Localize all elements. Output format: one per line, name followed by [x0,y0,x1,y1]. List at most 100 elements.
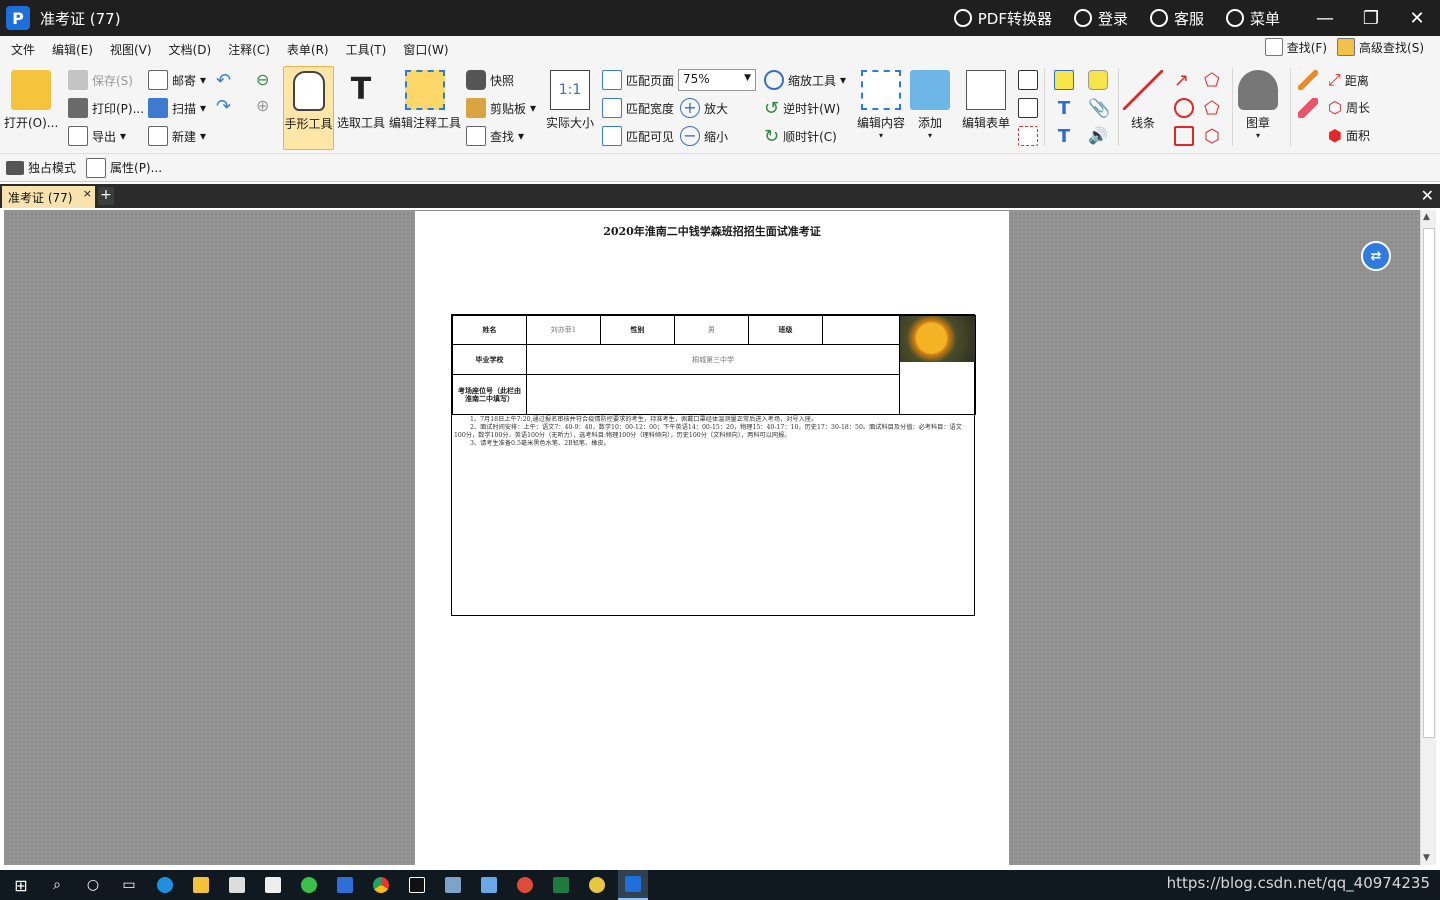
search-button[interactable]: 查找 ▾ [466,126,524,146]
pdf-editor-taskbar-icon[interactable] [618,870,648,900]
undo-button[interactable]: ↶ [216,70,231,91]
seat-label: 考场座位号（此栏由淮南二中填写） [452,374,527,415]
print-button[interactable]: 打印(P)... [68,98,144,118]
intellij-icon[interactable] [402,870,432,900]
distance-button[interactable]: ⤢ 距离 [1328,70,1369,90]
tab-document[interactable]: 准考证 (77) × [2,186,95,208]
tool-app-icon[interactable] [474,870,504,900]
scan-button[interactable]: 扫描 ▾ [148,98,206,118]
menu-bar: 文件 编辑(E) 视图(V) 文档(D) 注释(C) 表单(R) 工具(T) 窗… [0,36,1440,62]
menu-comment[interactable]: 注释(C) [228,41,270,58]
blue-app-icon[interactable] [330,870,360,900]
lines-button[interactable]: 线条 [1123,70,1163,131]
menu-view[interactable]: 视图(V) [110,41,152,58]
store-icon[interactable] [222,870,252,900]
attach-tool[interactable]: 📎 [1088,98,1110,119]
hand-tool-button[interactable]: 手形工具 [283,66,334,150]
actual-size-button[interactable]: 1:1 实际大小 [546,70,594,131]
mail-button[interactable]: 邮寄 ▾ [148,70,206,90]
close-button[interactable]: ✕ [1394,0,1440,36]
bird-app-icon[interactable] [438,870,468,900]
excel-icon[interactable] [546,870,576,900]
menu-button[interactable]: 菜单 [1225,8,1280,29]
fit-width-button[interactable]: 匹配宽度 [602,98,674,118]
menu-window[interactable]: 窗口(W) [403,41,448,58]
red-app-icon[interactable] [510,870,540,900]
task-view-icon[interactable]: ▭ [114,870,144,900]
close-document-button[interactable]: ✕ [1421,186,1434,205]
scroll-down-icon[interactable]: ▼ [1423,853,1430,863]
export-button[interactable]: 导出 ▾ [68,126,126,146]
strikeout-tool[interactable]: T [1054,98,1074,119]
arrow-tool[interactable]: ↗ [1174,70,1189,91]
cortana-icon[interactable]: ○ [78,870,108,900]
edit-content-button[interactable]: 编辑内容 ▾ [857,70,905,140]
eraser-tool[interactable] [1298,98,1318,118]
advanced-find-button[interactable]: 高级查找(S) [1337,38,1424,56]
exclusive-mode-button[interactable]: 独占模式 [6,159,76,176]
scroll-up-icon[interactable]: ▲ [1423,212,1430,222]
fit-page-button[interactable]: 匹配页面 [602,70,674,90]
rotate-cw-button[interactable]: ↻ 顺时针(C) [764,126,837,147]
zoom-in-button[interactable]: + 放大 [680,98,728,118]
properties-button[interactable]: 属性(P)... [86,157,162,178]
find-button[interactable]: 查找(F) [1264,38,1327,56]
ellipse-tool[interactable] [1174,98,1194,118]
pencil-tool[interactable] [1298,70,1318,90]
polyline-tool[interactable]: ⬠ [1204,70,1220,91]
redo-button[interactable]: ↷ [216,96,231,117]
chrome-icon[interactable] [366,870,396,900]
fit-visible-button[interactable]: 匹配可见 [602,126,674,146]
zoom-tool-button[interactable]: 缩放工具 ▾ [764,70,846,90]
search-icon[interactable]: ⌕ [42,870,72,900]
sound-tool[interactable]: 🔊 [1088,126,1108,146]
wechat-icon[interactable] [294,870,324,900]
menu-document[interactable]: 文档(D) [169,41,212,58]
windows-start-icon[interactable]: ⊞ [6,870,36,900]
zoom-select[interactable]: 75% ▼ [678,69,756,91]
underline-tool[interactable]: T [1054,126,1074,147]
area-button[interactable]: ⬢ 面积 [1328,126,1370,145]
menu-form[interactable]: 表单(R) [287,41,329,58]
text-box-tool[interactable] [1018,98,1038,118]
minimize-button[interactable]: — [1302,0,1348,36]
scroll-thumb[interactable] [1423,228,1435,738]
save-button[interactable]: 保存(S) [68,70,133,90]
stamp-button[interactable]: 图章 ▾ [1238,70,1278,140]
snapshot-button[interactable]: 快照 [466,70,514,90]
menu-file[interactable]: 文件 [11,41,35,58]
typewriter-tool[interactable] [1054,70,1074,90]
new-tab-button[interactable]: + [98,187,114,205]
file-explorer-icon[interactable] [186,870,216,900]
vertical-scrollbar[interactable]: ▲ ▼ [1420,210,1436,865]
menu-tools[interactable]: 工具(T) [346,41,387,58]
rectangle-tool[interactable] [1174,126,1194,146]
edge-icon[interactable] [150,870,180,900]
new-button[interactable]: 新建 ▾ [148,126,206,146]
login-button[interactable]: 登录 [1073,8,1128,29]
text-field-tool[interactable] [1018,70,1038,90]
polygon-tool[interactable]: ⬠ [1204,98,1220,119]
mail-app-icon[interactable] [258,870,288,900]
support-button[interactable]: 客服 [1149,8,1204,29]
perimeter-button[interactable]: ⬡ 周长 [1328,98,1370,117]
select-tool-button[interactable]: T 选取工具 [337,70,385,131]
restore-button[interactable]: ❐ [1348,0,1394,36]
forward-button[interactable]: ⊕ [256,96,269,115]
add-button[interactable]: 添加 ▾ [910,70,950,140]
back-button[interactable]: ⊖ [256,70,269,89]
cloud-tool[interactable]: ⬡ [1204,126,1220,147]
note-tool[interactable] [1088,70,1108,90]
edit-annotation-tool-button[interactable]: 编辑注释工具 [389,70,461,131]
yellow-app-icon[interactable] [582,870,612,900]
clipboard-button[interactable]: 剪贴板 ▾ [466,98,536,118]
tab-close-icon[interactable]: × [83,187,92,200]
translate-floating-button[interactable]: ⇄ [1361,241,1391,271]
pdf-converter-button[interactable]: PDF转换器 [953,8,1052,29]
open-button[interactable]: 打开(O)... [4,70,58,131]
rotate-ccw-button[interactable]: ↺ 逆时针(W) [764,98,840,119]
zoom-out-button[interactable]: − 缩小 [680,126,728,146]
callout-tool[interactable] [1018,126,1038,146]
edit-form-button[interactable]: 编辑表单 [962,70,1010,131]
menu-edit[interactable]: 编辑(E) [52,41,93,58]
